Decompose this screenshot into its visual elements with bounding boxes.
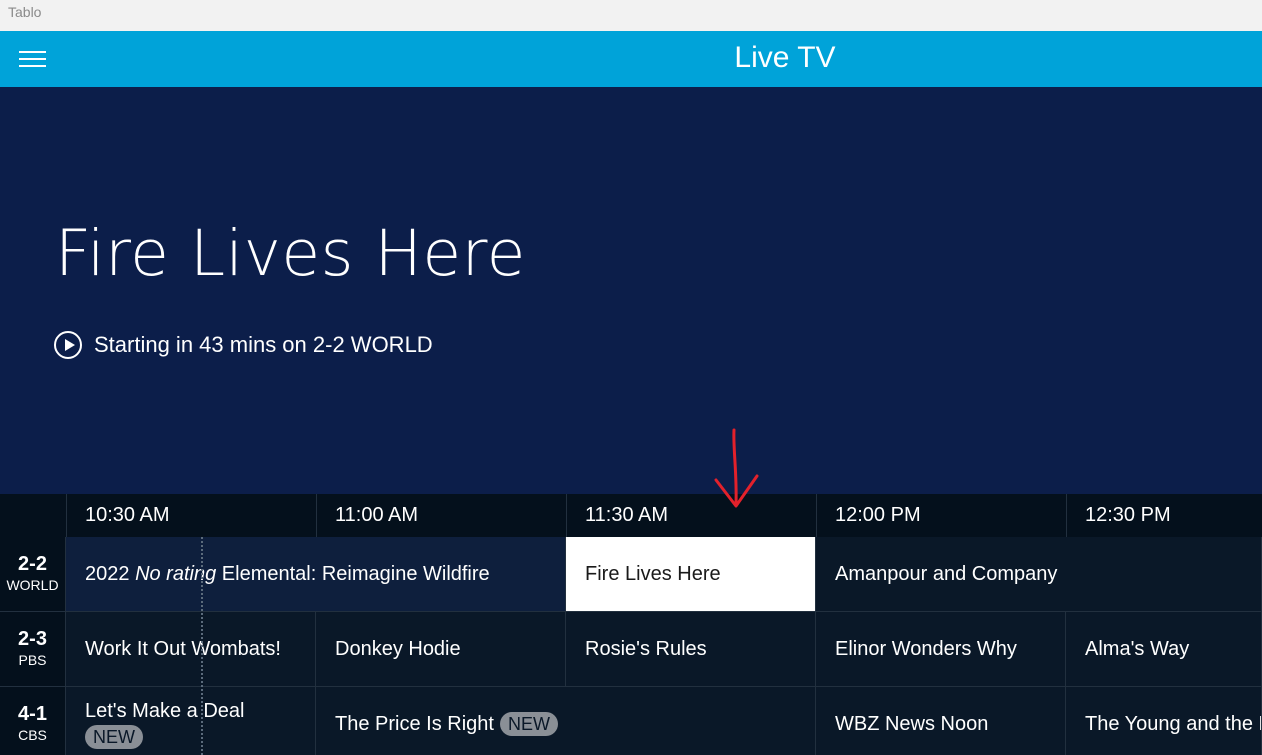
program-title: The Price Is Right [335, 712, 494, 735]
annotation-arrow-icon [714, 428, 759, 508]
featured-play-button[interactable]: Starting in 43 mins on 2-2 WORLD [54, 329, 433, 361]
program-title: Elemental: Reimagine Wildfire [221, 562, 490, 585]
window-title-bar: Tablo [0, 0, 1262, 31]
channel-number: 2-3 [18, 628, 47, 650]
program-rating: No rating [135, 562, 217, 585]
program-cell[interactable]: The Price Is Right NEW [316, 687, 816, 755]
time-slot: 11:00 AM [316, 494, 566, 537]
page-title: Live TV [734, 41, 836, 74]
program-title: Alma's Way [1085, 637, 1190, 660]
program-cell-selected[interactable]: Fire Lives Here [566, 537, 816, 612]
program-cell[interactable]: Work It Out Wombats! [66, 612, 316, 687]
program-guide: 10:30 AM 11:00 AM 11:30 AM 12:00 PM 12:3… [0, 494, 1262, 755]
time-header: 10:30 AM 11:00 AM 11:30 AM 12:00 PM 12:3… [0, 494, 1262, 538]
channel-2-2[interactable]: 2-2 WORLD [0, 537, 66, 612]
channel-name: PBS [18, 652, 47, 668]
program-cell[interactable]: Elinor Wonders Why [816, 612, 1066, 687]
featured-hero: Fire Lives Here Starting in 43 mins on 2… [0, 87, 1262, 494]
program-cell[interactable]: The Young and the Restless [1066, 687, 1262, 755]
channel-2-3[interactable]: 2-3 PBS [0, 612, 66, 687]
program-title: Amanpour and Company [835, 562, 1058, 585]
featured-subtitle: Starting in 43 mins on 2-2 WORLD [94, 332, 433, 357]
time-slot: 12:00 PM [816, 494, 1066, 537]
time-slot: 11:30 AM [566, 494, 816, 537]
program-title: WBZ News Noon [835, 712, 989, 735]
channel-4-1[interactable]: 4-1 CBS [0, 687, 66, 755]
channel-number: 4-1 [18, 703, 47, 725]
top-bar: Live TV [0, 31, 1262, 87]
program-cell[interactable]: Rosie's Rules [566, 612, 816, 687]
program-cell[interactable]: Donkey Hodie [316, 612, 566, 687]
play-circle-icon[interactable] [54, 331, 82, 359]
new-badge: NEW [85, 724, 143, 749]
program-title: Let's Make a Deal [85, 699, 245, 722]
program-title: Elinor Wonders Why [835, 637, 1017, 660]
program-cell[interactable]: WBZ News Noon [816, 687, 1066, 755]
new-badge: NEW [499, 712, 558, 736]
program-cell[interactable]: Amanpour and Company [816, 537, 1262, 612]
time-slot: 12:30 PM [1066, 494, 1262, 537]
program-title: Work It Out Wombats! [85, 637, 281, 660]
hamburger-menu-icon[interactable] [18, 47, 48, 71]
featured-title: Fire Lives Here [55, 217, 526, 290]
program-cell[interactable]: 2022 No rating Elemental: Reimagine Wild… [66, 537, 566, 612]
program-year: 2022 [85, 562, 130, 585]
program-title: The Young and the Restless [1085, 712, 1261, 735]
window-title: Tablo [8, 4, 42, 20]
channel-name: CBS [18, 727, 47, 743]
program-title: Rosie's Rules [585, 637, 707, 660]
time-slot: 10:30 AM [66, 494, 316, 537]
current-time-indicator [201, 537, 203, 755]
program-cell[interactable]: Let's Make a Deal NEW [66, 687, 316, 755]
program-cell[interactable]: Alma's Way [1066, 612, 1262, 687]
channel-number: 2-2 [18, 553, 47, 575]
program-title: Fire Lives Here [585, 562, 721, 585]
channel-name: WORLD [6, 577, 59, 593]
program-title: Donkey Hodie [335, 637, 461, 660]
